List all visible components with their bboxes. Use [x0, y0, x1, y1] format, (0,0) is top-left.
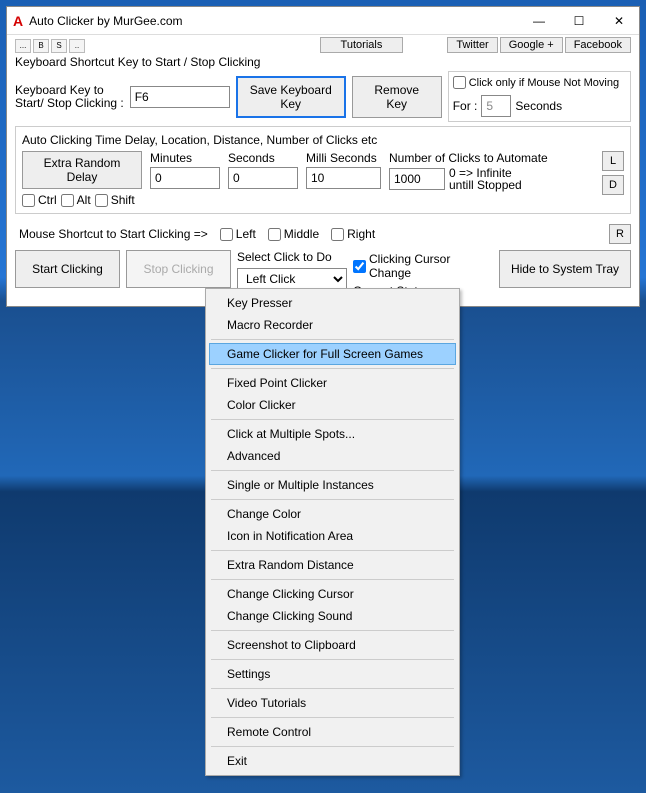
milli-label: Milli Seconds — [306, 151, 381, 165]
menu-separator — [211, 579, 454, 580]
menu-item[interactable]: Color Clicker — [209, 394, 456, 416]
menu-separator — [211, 368, 454, 369]
tiny-btn-4[interactable]: .. — [69, 39, 85, 53]
menu-separator — [211, 688, 454, 689]
menu-item[interactable]: Advanced — [209, 445, 456, 467]
menu-item[interactable]: Fixed Point Clicker — [209, 372, 456, 394]
hint-line2: untill Stopped — [449, 179, 522, 191]
maximize-button[interactable]: ☐ — [559, 9, 599, 33]
minutes-label: Minutes — [150, 151, 220, 165]
mouse-right-label: Right — [347, 227, 375, 241]
hide-to-tray-button[interactable]: Hide to System Tray — [499, 250, 631, 288]
shortcut-key-input[interactable] — [130, 86, 230, 108]
menu-item[interactable]: Remote Control — [209, 721, 456, 743]
shortcut-row: Keyboard Key to Start/ Stop Clicking : S… — [15, 71, 631, 122]
extra-random-delay-button[interactable]: Extra Random Delay — [22, 151, 142, 189]
tiny-btn-1[interactable]: ... — [15, 39, 31, 53]
menu-item[interactable]: Single or Multiple Instances — [209, 474, 456, 496]
mouse-left-label: Left — [236, 227, 256, 241]
click-only-if-label: Click only if Mouse Not Moving — [469, 77, 619, 89]
clicks-label: Number of Clicks to Automate — [389, 151, 594, 165]
mouse-shortcut-label: Mouse Shortcut to Start Clicking => — [19, 227, 208, 241]
click-only-if-panel: Click only if Mouse Not Moving For : Sec… — [448, 71, 631, 122]
clicks-input[interactable] — [389, 168, 445, 190]
menu-item[interactable]: Settings — [209, 663, 456, 685]
select-click-label: Select Click to Do — [237, 250, 347, 264]
select-click-dropdown[interactable]: Left Click — [237, 268, 347, 290]
save-keyboard-key-button[interactable]: Save Keyboard Key — [236, 76, 346, 118]
menu-item[interactable]: Change Color — [209, 503, 456, 525]
shortcut-label-line1: Keyboard Key to — [15, 84, 124, 97]
d-button[interactable]: D — [602, 175, 624, 195]
start-clicking-button[interactable]: Start Clicking — [15, 250, 120, 288]
shift-label: Shift — [111, 193, 135, 207]
shortcut-heading: Keyboard Shortcut Key to Start / Stop Cl… — [15, 55, 631, 69]
menu-separator — [211, 419, 454, 420]
menu-separator — [211, 550, 454, 551]
close-button[interactable]: ✕ — [599, 9, 639, 33]
titlebar: A Auto Clicker by MurGee.com — ☐ ✕ — [7, 7, 639, 35]
alt-label: Alt — [77, 193, 91, 207]
for-label: For : — [453, 99, 478, 113]
menu-item[interactable]: Macro Recorder — [209, 314, 456, 336]
ctrl-checkbox[interactable]: Ctrl — [22, 193, 57, 207]
click-only-if-checkbox[interactable]: Click only if Mouse Not Moving — [453, 76, 619, 89]
menu-item[interactable]: Key Presser — [209, 292, 456, 314]
menu-separator — [211, 717, 454, 718]
mouse-middle-checkbox[interactable]: Middle — [268, 227, 319, 241]
menu-item[interactable]: Extra Random Distance — [209, 554, 456, 576]
app-icon: A — [13, 13, 23, 29]
mouse-shortcut-row: Mouse Shortcut to Start Clicking => Left… — [19, 224, 631, 244]
menu-item[interactable]: Change Clicking Cursor — [209, 583, 456, 605]
cursor-change-label: Clicking Cursor Change — [369, 252, 493, 280]
top-link-bar: Tutorials Twitter Google + Facebook — [320, 37, 631, 53]
remove-key-button[interactable]: Remove Key — [352, 76, 442, 118]
ctrl-label: Ctrl — [38, 193, 57, 207]
menu-item[interactable]: Game Clicker for Full Screen Games — [209, 343, 456, 365]
window-title: Auto Clicker by MurGee.com — [29, 14, 519, 28]
r-button[interactable]: R — [609, 224, 631, 244]
tutorials-button[interactable]: Tutorials — [320, 37, 404, 53]
mouse-left-checkbox[interactable]: Left — [220, 227, 256, 241]
tiny-btn-2[interactable]: B — [33, 39, 49, 53]
alt-checkbox[interactable]: Alt — [61, 193, 91, 207]
minutes-input[interactable] — [150, 167, 220, 189]
seconds-col-label: Seconds — [228, 151, 298, 165]
twitter-button[interactable]: Twitter — [447, 37, 497, 53]
menu-separator — [211, 630, 454, 631]
menu-item[interactable]: Icon in Notification Area — [209, 525, 456, 547]
context-menu: Key PresserMacro Recorder Game Clicker fo… — [205, 288, 460, 776]
cursor-change-checkbox[interactable]: Clicking Cursor Change — [353, 252, 493, 280]
menu-item[interactable]: Change Clicking Sound — [209, 605, 456, 627]
menu-separator — [211, 470, 454, 471]
milli-input[interactable] — [306, 167, 381, 189]
seconds-label: Seconds — [515, 99, 562, 113]
menu-item[interactable]: Exit — [209, 750, 456, 772]
menu-item[interactable]: Screenshot to Clipboard — [209, 634, 456, 656]
shift-checkbox[interactable]: Shift — [95, 193, 135, 207]
menu-separator — [211, 339, 454, 340]
l-button[interactable]: L — [602, 151, 624, 171]
stop-clicking-button: Stop Clicking — [126, 250, 231, 288]
mouse-middle-label: Middle — [284, 227, 319, 241]
clicks-hint: 0 => Infinite untill Stopped — [449, 167, 522, 191]
menu-separator — [211, 659, 454, 660]
shortcut-label-line2: Start/ Stop Clicking : — [15, 97, 124, 110]
app-window: A Auto Clicker by MurGee.com — ☐ ✕ Tutor… — [6, 6, 640, 307]
minimize-button[interactable]: — — [519, 9, 559, 33]
menu-separator — [211, 499, 454, 500]
timing-heading: Auto Clicking Time Delay, Location, Dist… — [22, 133, 624, 147]
timing-group: Auto Clicking Time Delay, Location, Dist… — [15, 126, 631, 214]
menu-item[interactable]: Click at Multiple Spots... — [209, 423, 456, 445]
menu-separator — [211, 746, 454, 747]
googleplus-button[interactable]: Google + — [500, 37, 563, 53]
mouse-right-checkbox[interactable]: Right — [331, 227, 375, 241]
facebook-button[interactable]: Facebook — [565, 37, 631, 53]
client-area: ... B S .. Keyboard Shortcut Key to Star… — [7, 35, 639, 306]
seconds-input[interactable] — [228, 167, 298, 189]
menu-item[interactable]: Video Tutorials — [209, 692, 456, 714]
tiny-btn-3[interactable]: S — [51, 39, 67, 53]
shortcut-label: Keyboard Key to Start/ Stop Clicking : — [15, 84, 124, 110]
for-seconds-input — [481, 95, 511, 117]
